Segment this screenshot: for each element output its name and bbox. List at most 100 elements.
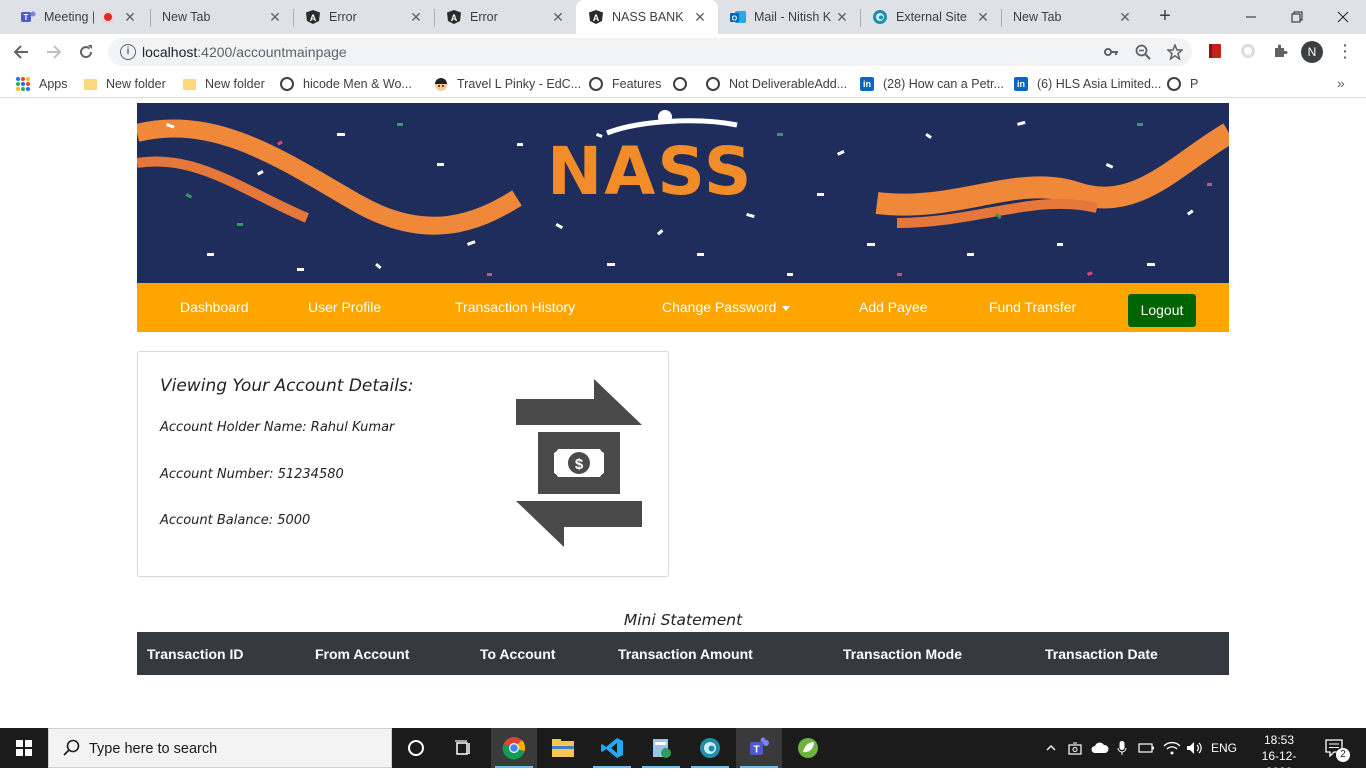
- angular-icon: A: [305, 9, 321, 25]
- bookmark-label: P: [1190, 77, 1199, 91]
- start-button[interactable]: [0, 728, 48, 768]
- taskbar-file-explorer[interactable]: [540, 728, 586, 768]
- taskbar-edge[interactable]: [687, 728, 733, 768]
- bookmark-travel[interactable]: Travel L Pinky - EdC...: [433, 76, 581, 92]
- notification-center-button[interactable]: 2: [1318, 728, 1352, 768]
- battery-plug-icon[interactable]: [1137, 728, 1157, 768]
- extension-red-icon[interactable]: [1206, 42, 1224, 60]
- close-icon: [1337, 11, 1349, 23]
- address-bar[interactable]: i localhost:4200/accountmainpage: [108, 38, 1192, 66]
- back-button[interactable]: [9, 40, 33, 64]
- browser-menu-icon[interactable]: ⋮: [1336, 40, 1354, 64]
- tab-meeting[interactable]: T Meeting | ✕: [8, 0, 148, 34]
- arrow-left-icon: [13, 45, 28, 59]
- bookmark-label: (6) HLS Asia Limited...: [1037, 77, 1162, 91]
- nav-fund-transfer[interactable]: Fund Transfer: [989, 299, 1076, 315]
- zoom-icon[interactable]: [1134, 43, 1152, 61]
- tab-mail[interactable]: O Mail - Nitish K ✕: [718, 0, 860, 34]
- taskbar-search-box[interactable]: Type here to search: [48, 728, 392, 768]
- close-icon[interactable]: ✕: [834, 9, 850, 25]
- bookmark-folder[interactable]: New folder: [82, 76, 166, 92]
- taskbar-spring[interactable]: [785, 728, 831, 768]
- linkedin-icon: in: [1013, 76, 1029, 92]
- close-icon[interactable]: ✕: [975, 9, 991, 25]
- minimize-button[interactable]: [1228, 0, 1274, 34]
- tab-new-tab[interactable]: New Tab ✕: [150, 0, 293, 34]
- close-window-button[interactable]: [1320, 0, 1366, 34]
- url-text[interactable]: localhost:4200/accountmainpage: [142, 44, 347, 60]
- close-icon[interactable]: ✕: [1117, 9, 1133, 25]
- tab-title: NASS BANK: [612, 10, 684, 24]
- extension-gray-icon[interactable]: [1239, 42, 1257, 60]
- bookmark-p[interactable]: P: [1166, 76, 1198, 92]
- reload-button[interactable]: [74, 40, 98, 64]
- globe-icon: [279, 76, 295, 92]
- tab-error[interactable]: A Error ✕: [434, 0, 576, 34]
- bookmark-features[interactable]: Features: [588, 76, 661, 92]
- spring-leaf-icon: [798, 738, 818, 758]
- folder-icon: [552, 739, 574, 757]
- bookmark-label: Features: [612, 77, 662, 91]
- nav-transaction-history[interactable]: Transaction History: [455, 299, 575, 315]
- bookmark-folder[interactable]: New folder: [181, 76, 265, 92]
- nav-change-password[interactable]: Change Password: [662, 299, 791, 315]
- cortana-button[interactable]: [393, 728, 439, 768]
- microphone-icon[interactable]: [1114, 728, 1130, 768]
- wifi-icon[interactable]: [1162, 728, 1182, 768]
- bookmark-linkedin-petr[interactable]: in (28) How can a Petr...: [859, 76, 1004, 92]
- tab-nass-bank[interactable]: A NASS BANK ✕: [576, 0, 718, 34]
- bookmark-hicode[interactable]: hicode Men & Wo...: [279, 76, 412, 92]
- forward-button[interactable]: [42, 40, 66, 64]
- key-icon[interactable]: [1102, 43, 1120, 61]
- column-header-transaction-mode: Transaction Mode: [843, 646, 963, 662]
- task-view-button[interactable]: [440, 728, 486, 768]
- notification-count-badge: 2: [1336, 748, 1350, 762]
- bookmarks-overflow-icon[interactable]: »: [1337, 75, 1345, 91]
- taskbar-chrome[interactable]: [491, 728, 537, 768]
- nav-add-payee[interactable]: Add Payee: [859, 299, 928, 315]
- svg-text:$: $: [575, 456, 584, 473]
- tab-new-tab[interactable]: New Tab ✕: [1001, 0, 1143, 34]
- taskbar-teams[interactable]: T: [736, 728, 782, 768]
- info-icon[interactable]: i: [120, 44, 136, 60]
- taskbar-vscode[interactable]: [589, 728, 635, 768]
- nav-dashboard[interactable]: Dashboard: [180, 299, 249, 315]
- new-tab-button[interactable]: +: [1154, 6, 1176, 28]
- tray-overflow-icon[interactable]: [1042, 728, 1060, 768]
- bookmark-not-deliverable[interactable]: Not DeliverableAdd...: [705, 76, 847, 92]
- page-content: NASS Dashboard User Profile Transaction …: [0, 98, 1366, 728]
- restore-icon: [1291, 11, 1303, 23]
- profile-avatar[interactable]: N: [1301, 41, 1323, 63]
- taskbar-app-green[interactable]: [638, 728, 684, 768]
- meet-now-icon[interactable]: [1066, 728, 1084, 768]
- bookmark-star-icon[interactable]: [1166, 43, 1184, 61]
- bookmark-unnamed[interactable]: [672, 76, 696, 92]
- column-header-transaction-amount: Transaction Amount: [618, 646, 753, 662]
- volume-icon[interactable]: [1185, 728, 1205, 768]
- bookmark-linkedin-hls[interactable]: in (6) HLS Asia Limited...: [1013, 76, 1161, 92]
- svg-text:A: A: [593, 13, 600, 23]
- clock-time: 18:53: [1263, 733, 1295, 747]
- close-icon[interactable]: ✕: [408, 9, 424, 25]
- tab-title: Error: [470, 10, 498, 24]
- tab-error[interactable]: A Error ✕: [293, 0, 434, 34]
- close-icon[interactable]: ✕: [122, 9, 138, 25]
- column-header-transaction-id: Transaction ID: [147, 646, 244, 662]
- url-path: :4200/accountmainpage: [197, 44, 347, 60]
- input-language[interactable]: ENG: [1208, 728, 1240, 768]
- tab-external-site[interactable]: External Site ✕: [860, 0, 1001, 34]
- nav-user-profile[interactable]: User Profile: [308, 299, 381, 315]
- bookmark-label: New folder: [205, 77, 265, 91]
- bookmark-label: Not DeliverableAdd...: [729, 77, 848, 91]
- restore-button[interactable]: [1274, 0, 1320, 34]
- close-icon[interactable]: ✕: [692, 9, 708, 25]
- onedrive-icon[interactable]: [1089, 728, 1111, 768]
- taskbar-clock[interactable]: 18:53 16-12-2020: [1249, 732, 1309, 780]
- logout-button[interactable]: Logout: [1128, 294, 1196, 327]
- close-icon[interactable]: ✕: [267, 9, 283, 25]
- close-icon[interactable]: ✕: [550, 9, 566, 25]
- search-placeholder: Type here to search: [89, 741, 218, 757]
- folder-icon: [181, 76, 197, 92]
- bookmark-apps[interactable]: Apps: [15, 76, 68, 92]
- extensions-puzzle-icon[interactable]: [1271, 42, 1289, 60]
